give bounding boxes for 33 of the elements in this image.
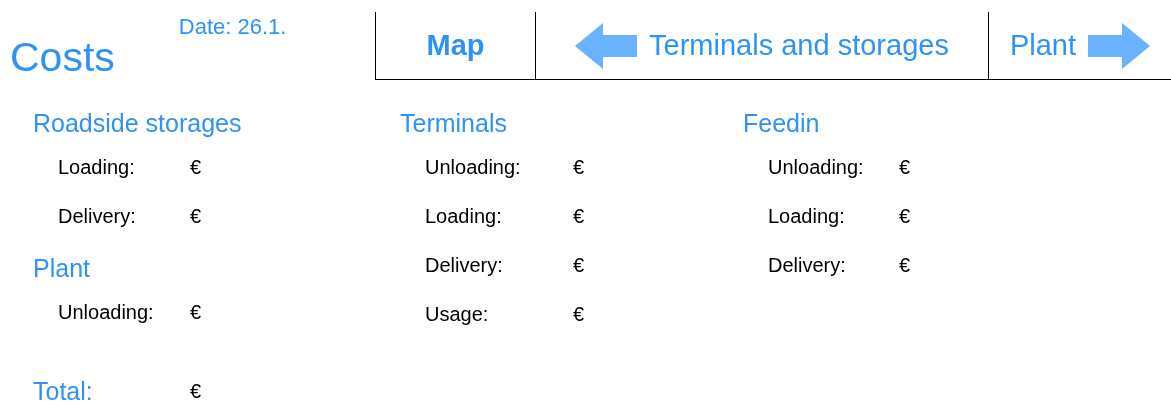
cost-value: € [573, 205, 585, 228]
cost-value: € [899, 254, 911, 277]
section-heading: Plant [33, 253, 91, 284]
cost-value: € [899, 205, 911, 228]
cost-label: Loading: [58, 156, 136, 179]
cost-label: Unloading: [425, 156, 522, 179]
section-heading: Feedin [743, 108, 821, 139]
cost-value: € [190, 205, 202, 228]
cost-label: Delivery: [425, 254, 504, 277]
nav-tab[interactable]: Terminals and storages [536, 12, 989, 79]
total-label: Total: [33, 376, 94, 405]
right-arrow-icon [1088, 22, 1151, 69]
section-heading: Terminals [400, 108, 508, 139]
cost-label: Delivery: [58, 205, 137, 228]
total-value: € [190, 379, 202, 403]
cost-value: € [190, 156, 202, 179]
cost-label: Loading: [768, 205, 846, 228]
cost-value: € [190, 301, 202, 324]
left-arrow-icon [575, 22, 638, 69]
cost-value: € [573, 303, 585, 326]
section-heading: Roadside storages [33, 108, 243, 139]
nav-tab[interactable]: Plant [989, 12, 1171, 79]
cost-label: Loading: [425, 205, 503, 228]
nav-tab[interactable]: Map [376, 12, 536, 79]
page-title: Costs [10, 34, 115, 80]
cost-value: € [899, 156, 911, 179]
cost-label: Unloading: [58, 301, 155, 324]
date-label: Date: 26.1. [178, 14, 287, 40]
cost-label: Delivery: [768, 254, 847, 277]
cost-value: € [573, 156, 585, 179]
cost-label: Unloading: [768, 156, 865, 179]
cost-value: € [573, 254, 585, 277]
cost-label: Usage: [425, 303, 490, 326]
